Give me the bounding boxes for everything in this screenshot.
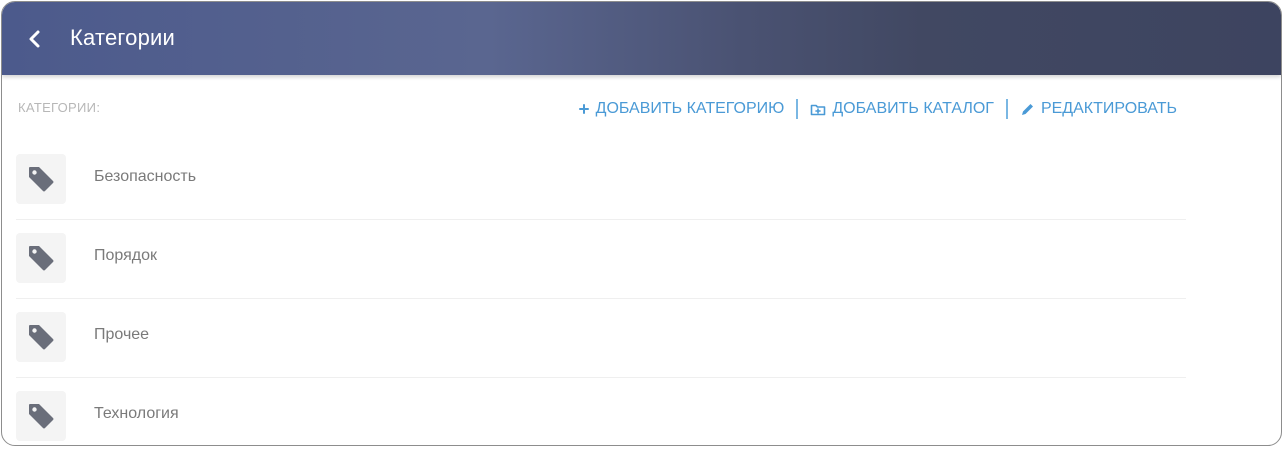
category-list: Безопасность Порядок Прочее Технология [16, 141, 1186, 445]
edit-label: РЕДАКТИРОВАТЬ [1040, 100, 1177, 117]
category-icon-box [16, 312, 66, 362]
toolbar-divider [796, 99, 799, 119]
add-category-label: ДОБАВИТЬ КАТЕГОРИЮ [595, 100, 785, 117]
category-icon-box [16, 391, 66, 441]
header-bar: Категории [2, 2, 1281, 75]
folder-plus-icon [810, 103, 826, 116]
pencil-icon [1020, 102, 1035, 117]
list-item[interactable]: Технология [16, 378, 1186, 445]
toolbar-divider [1005, 99, 1008, 119]
edit-button[interactable]: РЕДАКТИРОВАТЬ [1020, 100, 1177, 118]
list-item[interactable]: Безопасность [16, 141, 1186, 220]
back-button[interactable] [20, 24, 50, 54]
category-icon-box [16, 154, 66, 204]
category-label: Технология [94, 405, 179, 422]
app-window: Категории КАТЕГОРИИ: ДОБАВИТЬ КАТЕГОРИЮ … [1, 1, 1282, 446]
tag-icon [29, 404, 54, 429]
category-label: Прочее [94, 326, 150, 343]
toolbar: ДОБАВИТЬ КАТЕГОРИЮ ДОБАВИТЬ КАТАЛОГ РЕДА… [578, 99, 1177, 119]
tag-icon [29, 167, 54, 192]
plus-icon [578, 103, 590, 115]
add-catalog-label: ДОБАВИТЬ КАТАЛОГ [832, 100, 994, 117]
section-label: КАТЕГОРИИ: [18, 100, 101, 115]
list-item[interactable]: Порядок [16, 220, 1186, 299]
category-label: Безопасность [94, 168, 197, 185]
add-category-button[interactable]: ДОБАВИТЬ КАТЕГОРИЮ [578, 100, 785, 118]
category-icon-box [16, 233, 66, 283]
tag-icon [29, 246, 54, 271]
category-label: Порядок [94, 247, 158, 264]
list-item[interactable]: Прочее [16, 299, 1186, 378]
chevron-left-icon [29, 30, 40, 48]
tag-icon [29, 325, 54, 350]
page-title: Категории [70, 25, 176, 50]
add-catalog-button[interactable]: ДОБАВИТЬ КАТАЛОГ [810, 100, 994, 118]
